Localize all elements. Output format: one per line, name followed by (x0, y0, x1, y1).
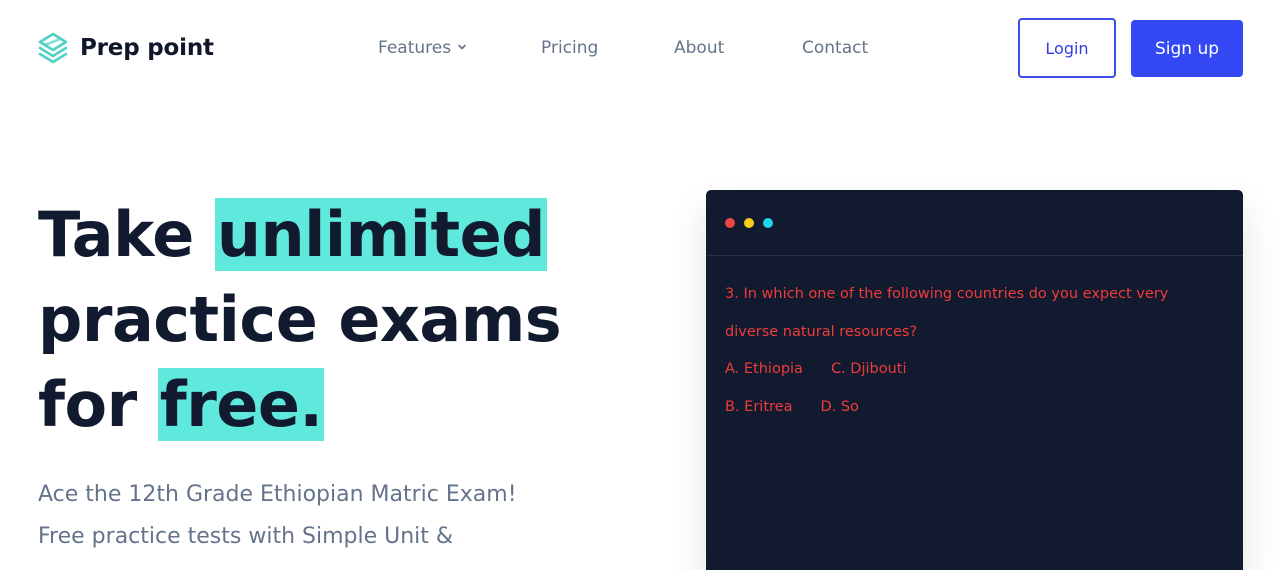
login-button[interactable]: Login (1018, 18, 1116, 78)
window-dot-yellow (744, 218, 754, 228)
answer-option-a[interactable]: A. Ethiopia (725, 351, 803, 389)
hero-subtitle-line: Free practice tests with Simple Unit & (38, 524, 454, 549)
site-header: Prep point Features Pricing About Contac… (0, 0, 1280, 96)
hero-subtitle: Ace the 12th Grade Ethiopian Matric Exam… (38, 474, 598, 558)
hero-title-text: Take (38, 198, 215, 271)
nav-item-features[interactable]: Features (378, 35, 467, 61)
window-dot-red (725, 218, 735, 228)
hero-subtitle-line: Ace the 12th Grade Ethiopian Matric Exam… (38, 482, 517, 507)
window-title-bar (706, 190, 1243, 256)
hero-title-line-2: practice exams (38, 283, 562, 356)
hero-title-line-1: Take unlimited (38, 192, 658, 277)
answer-option-c[interactable]: C. Djibouti (831, 351, 907, 389)
hero-title-line-3: for free. (38, 362, 658, 447)
nav-item-about[interactable]: About (674, 35, 724, 61)
hero-title-text: for (38, 368, 158, 441)
question-text-line: diverse natural resources? (725, 323, 918, 340)
layers-logo-icon (38, 32, 68, 64)
window-dot-cyan (763, 218, 773, 228)
brand-logo-link[interactable]: Prep point (36, 30, 214, 66)
hero-title: Take unlimited practice exams for free. (38, 192, 658, 447)
options-row: A. Ethiopia C. Djibouti (725, 351, 1225, 389)
signup-button[interactable]: Sign up (1131, 20, 1243, 77)
nav-item-contact[interactable]: Contact (802, 35, 868, 61)
hero-title-highlight: unlimited (214, 198, 548, 271)
chevron-down-icon (458, 44, 466, 50)
hero-title-highlight: free. (157, 368, 325, 441)
answer-option-b[interactable]: B. Eritrea (725, 389, 792, 427)
quiz-question: 3. In which one of the following countri… (725, 276, 1225, 426)
quiz-preview-window: 3. In which one of the following countri… (706, 190, 1243, 570)
question-text-line: 3. In which one of the following countri… (725, 286, 1169, 302)
nav-item-pricing[interactable]: Pricing (541, 35, 598, 61)
nav-item-label: Features (378, 38, 452, 58)
answer-option-d[interactable]: D. So (820, 389, 858, 427)
brand-name: Prep point (80, 35, 214, 61)
options-row: B. Eritrea D. So (725, 389, 1225, 427)
